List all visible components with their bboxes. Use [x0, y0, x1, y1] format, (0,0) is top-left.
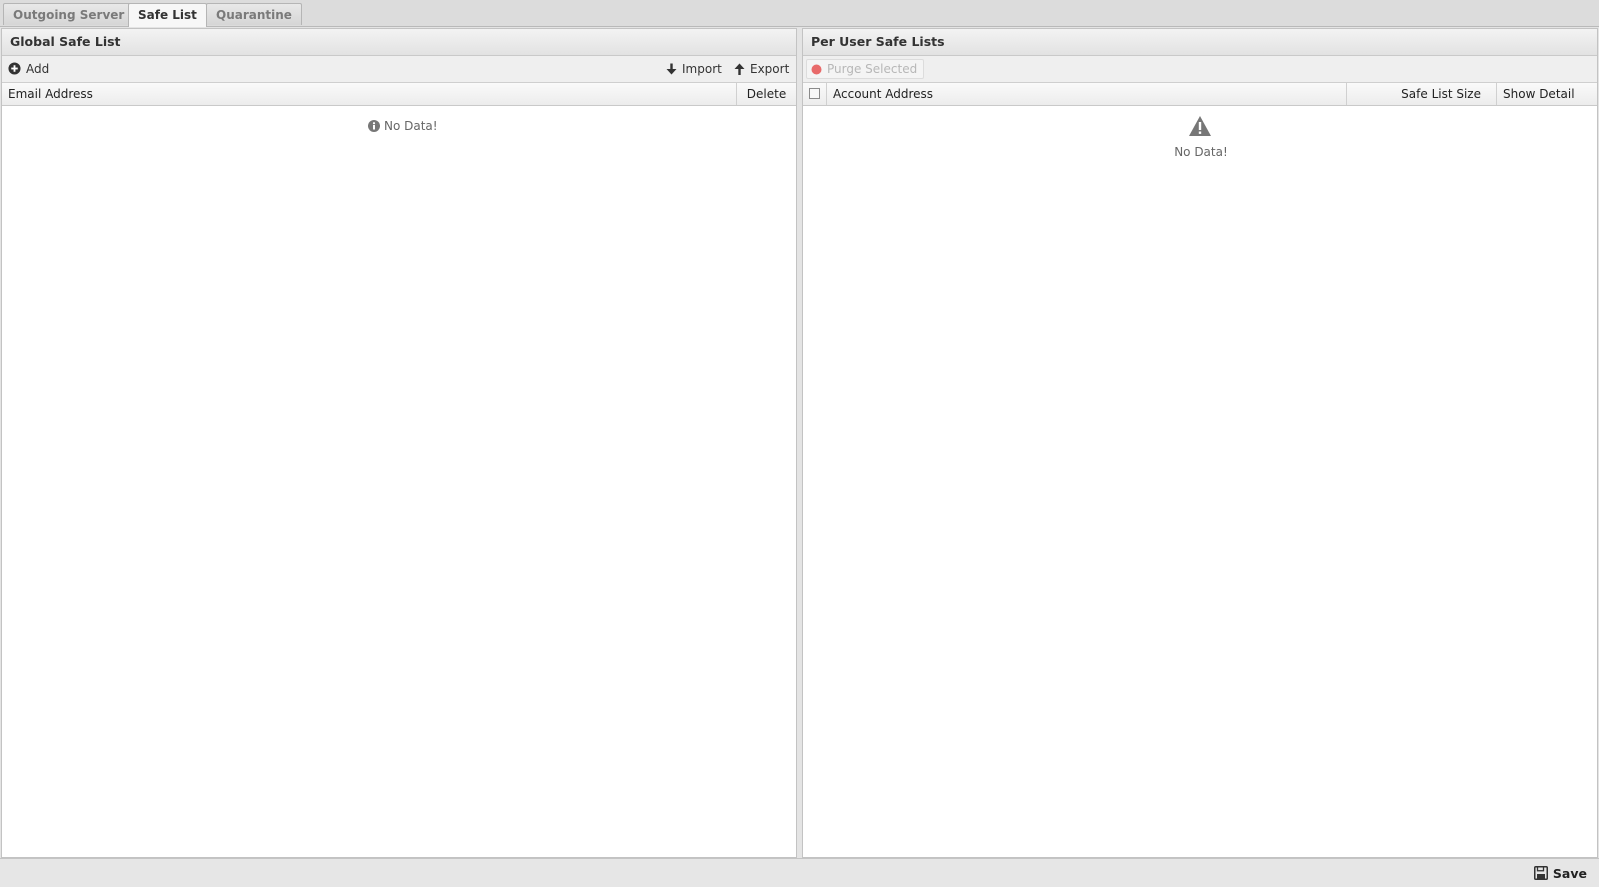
- per-user-safe-lists-header: Account Address Safe List Size Show Deta…: [803, 83, 1597, 106]
- select-all-checkbox[interactable]: [809, 88, 820, 99]
- global-empty-message: No Data!: [384, 119, 438, 133]
- arrow-down-icon: [666, 63, 677, 75]
- column-account-address[interactable]: Account Address: [826, 83, 1346, 105]
- column-delete[interactable]: Delete: [736, 83, 796, 105]
- save-button[interactable]: Save: [1533, 865, 1587, 883]
- add-button[interactable]: Add: [8, 60, 49, 78]
- global-safe-list-toolbar: Add Import Export: [2, 56, 796, 83]
- column-show-detail[interactable]: Show Detail: [1496, 83, 1597, 105]
- per-user-safe-lists-panel: Per User Safe Lists Purge Selected Accou…: [802, 28, 1598, 858]
- export-label: Export: [750, 62, 790, 76]
- export-button[interactable]: Export: [734, 60, 789, 78]
- global-safe-list-panel: Global Safe List Add Import Export Email…: [1, 28, 797, 858]
- plus-circle-icon: [8, 62, 21, 75]
- add-label: Add: [26, 62, 50, 76]
- tab-quarantine[interactable]: Quarantine: [206, 3, 302, 25]
- purge-selected-label: Purge Selected: [827, 62, 918, 76]
- purge-selected-button[interactable]: Purge Selected: [806, 59, 925, 79]
- global-safe-list-title: Global Safe List: [2, 29, 796, 56]
- arrow-up-icon: [734, 63, 745, 75]
- warning-icon: [1189, 116, 1211, 136]
- import-button[interactable]: Import: [666, 60, 722, 78]
- red-dot-icon: [811, 64, 822, 75]
- select-all-cell: [803, 83, 826, 105]
- per-user-safe-lists-toolbar: Purge Selected: [803, 56, 1597, 83]
- info-icon: [368, 120, 380, 132]
- floppy-disk-icon: [1533, 866, 1548, 880]
- tab-outgoing-server[interactable]: Outgoing Server: [3, 3, 135, 25]
- tab-safe-list[interactable]: Safe List: [128, 3, 207, 27]
- footer-bar: Save: [0, 858, 1599, 887]
- column-email-address[interactable]: Email Address: [2, 83, 736, 105]
- tab-bar: Outgoing Server Safe List Quarantine: [0, 0, 1599, 27]
- per-user-empty-message: No Data!: [1174, 145, 1228, 159]
- global-safe-list-header: Email Address Delete: [2, 83, 796, 106]
- per-user-safe-lists-title: Per User Safe Lists: [803, 29, 1597, 56]
- column-safe-list-size[interactable]: Safe List Size: [1346, 83, 1496, 105]
- global-safe-list-empty: No Data!: [368, 119, 438, 133]
- save-label: Save: [1552, 866, 1587, 881]
- import-label: Import: [682, 62, 722, 76]
